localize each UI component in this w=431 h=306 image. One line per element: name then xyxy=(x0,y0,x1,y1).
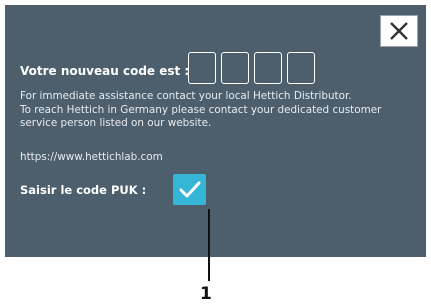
callout-line xyxy=(208,209,210,281)
close-button[interactable] xyxy=(380,15,418,47)
code-digit-box xyxy=(287,52,315,84)
new-code-label: Votre nouveau code est : xyxy=(20,64,190,78)
info-line: To reach Hettich in Germany please conta… xyxy=(20,103,382,116)
assistance-info: For immediate assistance contact your lo… xyxy=(20,90,420,131)
code-digit-box xyxy=(254,52,282,84)
close-icon xyxy=(390,22,408,40)
puk-confirm-button[interactable] xyxy=(173,174,206,205)
info-line: service person listed on our website. xyxy=(20,117,212,129)
puk-dialog: Votre nouveau code est : For immediate a… xyxy=(5,5,426,257)
website-url: https://www.hettichlab.com xyxy=(20,151,163,163)
code-digit-box xyxy=(188,52,216,84)
puk-label: Saisir le code PUK : xyxy=(20,183,147,197)
info-line: For immediate assistance contact your lo… xyxy=(20,90,352,102)
checkmark-icon xyxy=(179,181,200,197)
callout-number: 1 xyxy=(200,284,212,304)
code-digit-box xyxy=(221,52,249,84)
